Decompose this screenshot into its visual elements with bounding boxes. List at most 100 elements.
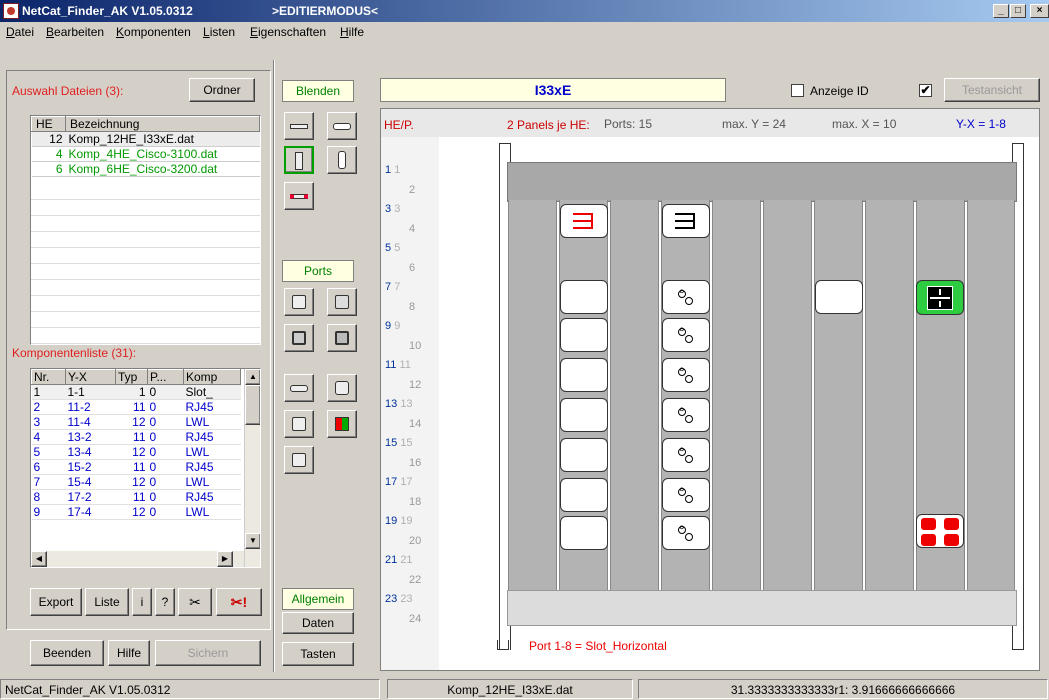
module-fiber[interactable]: ° [662, 438, 710, 472]
components-list[interactable]: Nr. Y-X Typ P... Komp 1 1-1 1 0 Slot_ 2 11-2 11… [30, 368, 261, 568]
column-yx[interactable]: Y-X [65, 369, 116, 385]
module-fiber[interactable]: ° [662, 280, 710, 314]
module-blank[interactable] [560, 358, 608, 392]
allgemein-label: Allgemein [282, 588, 354, 610]
module-black[interactable] [662, 204, 710, 238]
module-red-ports[interactable] [916, 514, 964, 548]
max-x: max. X = 10 [832, 117, 897, 131]
table-row[interactable]: 4 Komp_4HE_Cisco-3100.dat [31, 146, 260, 162]
folder-button[interactable]: Ordner [189, 78, 255, 102]
menu-hilfe[interactable]: Hilfe [340, 25, 364, 39]
fiber-icon [335, 295, 349, 309]
module-green[interactable] [916, 280, 964, 315]
scroll-down-icon[interactable]: ▼ [245, 533, 260, 549]
scroll-left-icon[interactable]: ◀ [31, 551, 47, 567]
module-fiber[interactable]: ° [662, 478, 710, 512]
max-y: max. Y = 24 [722, 117, 786, 131]
export-button[interactable]: Export [30, 588, 82, 616]
title-bar: NetCat_Finder_AK V1.05.0312 >EDITIERMODU… [0, 0, 1049, 22]
minimize-button[interactable]: _ [993, 4, 1009, 18]
module-blank[interactable] [560, 478, 608, 512]
components-vscroll[interactable]: ▲ ▼ [244, 369, 260, 567]
scroll-thumb[interactable] [245, 385, 260, 425]
table-row[interactable]: 9 17-4 12 0 LWL [31, 504, 241, 520]
module-fiber[interactable]: ° [662, 358, 710, 392]
column-bezeichnung[interactable]: Bezeichnung [65, 116, 260, 132]
column-nr[interactable]: Nr. [31, 369, 66, 385]
port-lwl-large-button[interactable] [327, 324, 357, 352]
testansicht-button[interactable]: Testansicht [944, 78, 1040, 102]
info-button[interactable]: i [132, 588, 152, 616]
blende-red-button[interactable] [284, 182, 314, 210]
table-row[interactable]: 7 15-4 12 0 LWL [31, 474, 241, 490]
port-dual-button[interactable] [284, 446, 314, 474]
scroll-right-icon[interactable]: ▶ [217, 551, 233, 567]
files-list[interactable]: HE Bezeichnung 12 Komp_12HE_I33xE.dat 4 Ko… [30, 115, 261, 345]
help-button[interactable]: ? [155, 588, 175, 616]
module-blank[interactable] [560, 398, 608, 432]
maximize-button[interactable]: □ [1010, 4, 1026, 18]
blende-vertical-2-button[interactable] [327, 146, 357, 174]
fiber-icon [335, 331, 349, 345]
column-typ[interactable]: Typ [115, 369, 148, 385]
components-hscroll[interactable]: ◀ ▶ [31, 551, 244, 567]
menu-komponenten[interactable]: Komponenten [116, 25, 191, 39]
table-row[interactable]: 6 15-2 11 0 RJ45 [31, 459, 241, 475]
row-number: 7 7 [385, 281, 401, 293]
blende-horizontal-button[interactable] [284, 112, 314, 140]
menu-listen[interactable]: Listen [203, 25, 235, 39]
module-blank[interactable] [560, 516, 608, 550]
port-serial-button[interactable] [284, 374, 314, 402]
module-blank[interactable] [560, 318, 608, 352]
table-row[interactable]: 6 Komp_6HE_Cisco-3200.dat [31, 161, 260, 177]
cut-button[interactable]: ✂ [178, 588, 212, 616]
module-blank[interactable] [815, 280, 863, 314]
module-fiber[interactable]: ° [662, 318, 710, 352]
anzeige-id-checkbox[interactable] [791, 84, 804, 97]
menu-eigenschaften[interactable]: Eigenschaften [250, 25, 326, 39]
blende-vertical-button[interactable] [284, 146, 314, 174]
port-color-button[interactable] [327, 410, 357, 438]
row-number: 15 15 [385, 437, 413, 449]
cut-all-button[interactable]: ✂! [216, 588, 262, 616]
rj45-icon [292, 331, 306, 345]
liste-button[interactable]: Liste [85, 588, 129, 616]
table-row[interactable]: 4 13-2 11 0 RJ45 [31, 429, 241, 445]
module-blank[interactable] [560, 438, 608, 472]
menu-bearbeiten[interactable]: Bearbeiten [46, 25, 104, 39]
column-komp[interactable]: Komp [183, 369, 241, 385]
table-row[interactable]: 3 11-4 12 0 LWL [31, 414, 241, 430]
module-fiber[interactable]: ° [662, 398, 710, 432]
port-sfp-button[interactable] [284, 410, 314, 438]
table-row[interactable]: 2 11-2 11 0 RJ45 [31, 399, 241, 415]
menu-datei[interactable]: Datei [6, 25, 34, 39]
table-row[interactable]: 5 13-4 12 0 LWL [31, 444, 241, 460]
module-blank[interactable] [560, 280, 608, 314]
row-number: 14 [409, 417, 422, 430]
table-row[interactable]: 8 17-2 11 0 RJ45 [31, 489, 241, 505]
blank-panel-icon [290, 124, 308, 129]
blende-horizontal-2-button[interactable] [327, 112, 357, 140]
port-rj45-large-button[interactable] [284, 324, 314, 352]
sichern-button[interactable]: Sichern [155, 640, 261, 666]
table-row[interactable]: 1 1-1 1 0 Slot_ [31, 384, 241, 400]
slot-column [610, 200, 659, 590]
close-button[interactable]: × [1030, 4, 1049, 18]
column-he[interactable]: HE [31, 116, 66, 132]
yx-range: Y-X = 1-8 [956, 117, 1006, 131]
module-fiber[interactable]: ° [662, 516, 710, 550]
testansicht-checkbox[interactable]: ✔ [919, 84, 932, 97]
port-console-button[interactable] [327, 374, 357, 402]
slot-column [967, 200, 1015, 590]
rack-foot-left [497, 640, 509, 650]
daten-button[interactable]: Daten [282, 612, 354, 634]
port-lwl-button[interactable] [327, 288, 357, 316]
tasten-button[interactable]: Tasten [282, 642, 354, 666]
module-red[interactable] [560, 204, 608, 238]
beenden-button[interactable]: Beenden [30, 640, 104, 666]
port-rj45-button[interactable] [284, 288, 314, 316]
hilfe-button[interactable]: Hilfe [108, 640, 150, 666]
column-p[interactable]: P... [147, 369, 184, 385]
table-row[interactable]: 12 Komp_12HE_I33xE.dat [31, 131, 260, 147]
scroll-up-icon[interactable]: ▲ [245, 369, 260, 385]
